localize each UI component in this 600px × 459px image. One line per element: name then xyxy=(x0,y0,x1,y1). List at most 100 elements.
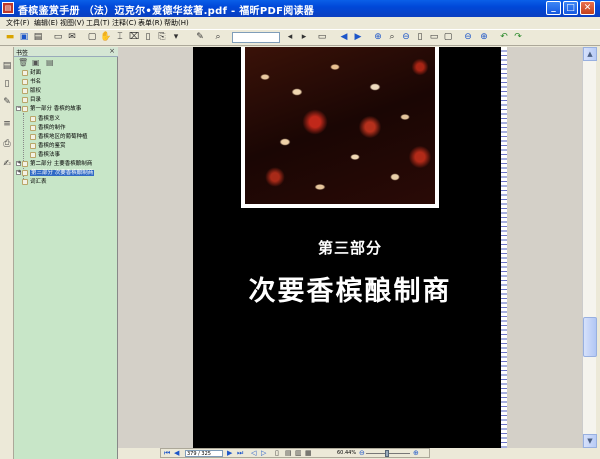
facing-icon[interactable]: ▥ xyxy=(295,449,302,458)
scroll-thumb[interactable] xyxy=(583,317,597,357)
page-navigation-bar: ⏮ ◀ 379 / 325 ▶ ⏭ ◁ ▷ ▯ ▤ ▥ ▦ 60.44% ⊖ ⊕ xyxy=(160,448,430,458)
search-next-icon[interactable]: ▸ xyxy=(298,32,310,43)
first-page-icon[interactable]: ⏮ xyxy=(164,449,170,458)
zoom-out-icon[interactable]: ⊖ xyxy=(400,32,412,43)
select-text-icon[interactable]: ⌶ xyxy=(114,32,126,43)
rotate-right-icon[interactable]: ↷ xyxy=(512,32,524,43)
new-bookmark-icon[interactable]: ▣ xyxy=(32,58,40,67)
zoom-out-small-icon[interactable]: ⊖ xyxy=(359,449,365,458)
typewriter-icon[interactable]: ✎ xyxy=(194,32,206,43)
zoom-slider-knob[interactable] xyxy=(385,450,389,457)
search-prev-icon[interactable]: ◂ xyxy=(284,32,296,43)
continuous-facing-icon[interactable]: ▦ xyxy=(305,449,312,458)
go-forward-icon[interactable]: ▷ xyxy=(261,449,266,458)
page-number-input[interactable]: 379 / 325 xyxy=(185,450,223,457)
expand-toggle-icon[interactable]: + xyxy=(16,170,21,175)
bookmark-icon xyxy=(22,160,28,167)
page-icon[interactable]: ▯ xyxy=(142,32,154,43)
bookmark-item[interactable]: + 第二部分 主要香槟酿制商 xyxy=(16,160,92,168)
email-icon[interactable]: ✉ xyxy=(66,32,78,43)
bookmarks-panel-icon[interactable]: ▤ xyxy=(2,61,12,71)
expand-toggle-icon[interactable]: + xyxy=(16,161,21,166)
collapse-toggle-icon[interactable]: − xyxy=(16,106,21,111)
menu-help[interactable]: 帮助(H) xyxy=(164,18,189,28)
previous-page-icon[interactable]: ◀ xyxy=(174,449,179,458)
minimize-button[interactable]: _ xyxy=(546,1,561,15)
menu-comment[interactable]: 注释(C) xyxy=(112,18,136,28)
bookmark-item[interactable]: 香槟法事 xyxy=(30,151,60,159)
actual-size-icon[interactable]: ▢ xyxy=(442,32,454,43)
search-input[interactable] xyxy=(232,32,280,43)
attachments-panel-icon[interactable]: ⎙ xyxy=(2,139,12,149)
delete-bookmark-icon[interactable]: 🗑 xyxy=(18,58,28,67)
pdf-app-icon[interactable]: ▤ xyxy=(2,2,14,14)
save-as-icon[interactable]: ▤ xyxy=(32,32,44,43)
zoom-increase-icon[interactable]: ⊕ xyxy=(478,32,490,43)
pdf-page: 第三部分 次要香槟酿制商 xyxy=(193,47,507,448)
forward-icon[interactable]: ▶ xyxy=(352,32,364,43)
find-icon[interactable]: ⌕ xyxy=(212,32,224,43)
zoom-in-icon[interactable]: ⊕ xyxy=(372,32,384,43)
bookmark-item[interactable]: 封面 xyxy=(22,69,41,77)
snapshot-icon[interactable]: ⌧ xyxy=(128,32,140,43)
rotate-left-icon[interactable]: ↶ xyxy=(498,32,510,43)
bookmarks-toolbar: 🗑 ▣ ▤ xyxy=(14,57,118,69)
fit-width-icon[interactable]: ▭ xyxy=(428,32,440,43)
bookmark-item[interactable]: 目录 xyxy=(22,96,41,104)
zoom-in-small-icon[interactable]: ⊕ xyxy=(413,449,419,458)
menu-file[interactable]: 文件(F) xyxy=(6,18,30,28)
bookmark-item[interactable]: 香槟地区的葡萄种植 xyxy=(30,133,88,141)
last-page-icon[interactable]: ⏭ xyxy=(237,449,243,458)
panel-close-icon[interactable]: × xyxy=(109,47,115,55)
bookmark-add-icon[interactable]: ▭ xyxy=(316,32,328,43)
expand-bookmark-icon[interactable]: ▤ xyxy=(46,58,54,67)
bookmark-item[interactable]: 香槟的鉴赏 xyxy=(30,142,66,150)
zoom-decrease-icon[interactable]: ⊖ xyxy=(462,32,474,43)
full-screen-icon[interactable]: ▢ xyxy=(86,32,98,43)
close-button[interactable]: ✕ xyxy=(580,1,595,15)
vertical-scrollbar[interactable]: ▲ ▼ xyxy=(582,47,597,448)
document-view[interactable]: 第三部分 次要香槟酿制商 xyxy=(118,47,582,448)
scroll-down-icon[interactable]: ▼ xyxy=(583,434,597,448)
hand-tool-icon[interactable]: ✋ xyxy=(100,32,112,43)
menu-edit[interactable]: 编辑(E) xyxy=(34,18,58,28)
comments-panel-icon[interactable]: ✎ xyxy=(2,97,12,107)
bookmarks-panel-header: 书签 × xyxy=(14,47,118,57)
bookmark-icon xyxy=(22,78,28,85)
bookmark-icon xyxy=(22,96,28,103)
bookmark-item-selected[interactable]: + 第三部分 次要香槟酿制商 xyxy=(16,169,95,177)
next-page-icon[interactable]: ▶ xyxy=(227,449,232,458)
bookmark-item[interactable]: − 第一部分 香槟的故事 xyxy=(16,105,81,113)
print-icon[interactable]: ▭ xyxy=(52,32,64,43)
bookmark-item[interactable]: 书名 xyxy=(22,78,41,86)
layers-panel-icon[interactable]: ≡ xyxy=(2,119,12,129)
bookmark-item[interactable]: 词汇表 xyxy=(22,178,47,186)
menu-tools[interactable]: 工具(T) xyxy=(86,18,110,28)
continuous-icon[interactable]: ▤ xyxy=(285,449,292,458)
bookmark-icon xyxy=(22,178,28,185)
zoom-tool-icon[interactable]: ⌕ xyxy=(386,32,398,43)
copy-icon[interactable]: ⎘ xyxy=(156,32,168,43)
bookmark-item[interactable]: 香槟意义 xyxy=(30,115,60,123)
bookmark-item[interactable]: 版权 xyxy=(22,87,41,95)
stamp-icon[interactable]: ▾ xyxy=(170,32,182,43)
bookmark-item[interactable]: 香槟的制作 xyxy=(30,124,66,132)
title-bar: ▤ 香槟鉴赏手册 （法）迈克尔•爱德华兹著.pdf - 福昕PDF阅读器 _ □… xyxy=(0,0,600,17)
pages-panel-icon[interactable]: ▯ xyxy=(2,79,12,89)
maximize-button[interactable]: □ xyxy=(563,1,578,15)
bookmark-icon xyxy=(30,133,36,140)
scroll-up-icon[interactable]: ▲ xyxy=(583,47,597,61)
single-page-icon[interactable]: ▯ xyxy=(275,449,279,458)
bookmark-icon xyxy=(22,69,28,76)
fit-page-icon[interactable]: ▯ xyxy=(414,32,426,43)
back-icon[interactable]: ◀ xyxy=(338,32,350,43)
menu-view[interactable]: 视图(V) xyxy=(60,18,84,28)
champagne-corks-photo xyxy=(245,47,435,204)
signatures-panel-icon[interactable]: ✍ xyxy=(2,159,12,169)
go-back-icon[interactable]: ◁ xyxy=(251,449,256,458)
bookmark-icon xyxy=(22,105,28,112)
open-icon[interactable]: ▬ xyxy=(4,32,16,43)
bookmark-icon xyxy=(30,124,36,131)
save-icon[interactable]: ▣ xyxy=(18,32,30,43)
menu-form[interactable]: 表单(R) xyxy=(138,18,162,28)
